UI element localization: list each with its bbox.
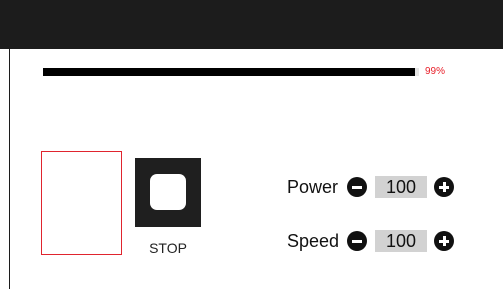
power-control: Power 100 — [287, 175, 454, 199]
minus-icon — [352, 185, 362, 189]
minus-icon — [352, 239, 362, 243]
progress-fill — [43, 68, 416, 76]
stop-label: STOP — [149, 240, 187, 256]
speed-control: Speed 100 — [287, 229, 454, 253]
top-bar — [0, 0, 503, 49]
power-label: Power — [287, 177, 339, 197]
stop-icon — [150, 174, 186, 210]
speed-label: Speed — [287, 231, 340, 251]
power-decrease-button[interactable] — [347, 177, 367, 197]
power-increase-button[interactable] — [434, 177, 454, 197]
speed-value[interactable]: 100 — [375, 230, 427, 252]
stop-button[interactable] — [135, 158, 201, 227]
left-divider — [9, 49, 10, 289]
progress-bar — [43, 68, 419, 76]
progress-percent: 99% — [425, 66, 446, 77]
preview-frame — [41, 151, 122, 255]
screen: 99% STOP Power 100 Speed 100 — [0, 0, 503, 289]
speed-increase-button[interactable] — [434, 231, 454, 251]
speed-decrease-button[interactable] — [347, 231, 367, 251]
power-value[interactable]: 100 — [375, 176, 427, 198]
